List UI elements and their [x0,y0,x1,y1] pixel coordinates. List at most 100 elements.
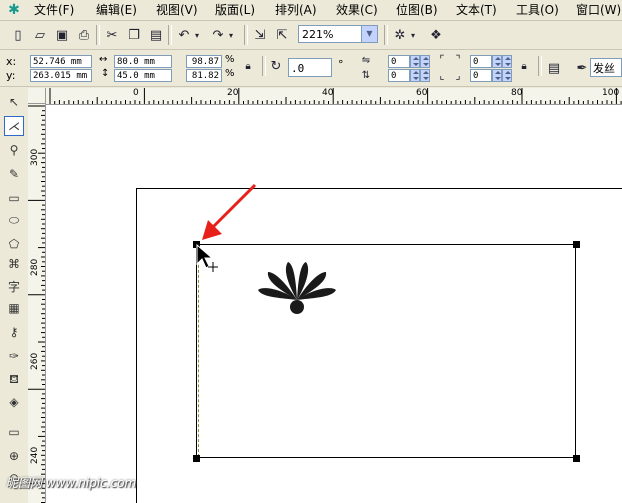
new-icon[interactable]: ▯ [8,25,28,45]
menu-window[interactable]: 窗口(W) [576,3,621,17]
corner-bottom-left-spinner2-icon[interactable] [420,69,430,82]
corner-bottom-right-field[interactable]: 0 [470,69,492,82]
spiral-tool-icon[interactable]: ⌘ [4,254,24,274]
pick-tool-icon[interactable]: ↖ [4,92,24,112]
h-tick-label: 80 [511,88,523,98]
zoom-level-select[interactable]: 221% ▼ [298,25,378,43]
h-tick-label: 60 [416,88,428,98]
rotate-icon: ↻ [270,58,282,74]
text-tool-icon[interactable]: 字 [4,276,24,296]
property-bar: x: y: 52.746 mm 263.015 mm ↔ ↕ 80.0 mm 4… [0,50,622,87]
y-label: y: [6,69,16,82]
corel-online-icon[interactable]: ❖ [426,25,446,45]
x-label: x: [6,55,17,68]
horizontal-ruler[interactable]: 0 20 40 60 80 100 [46,88,622,105]
degree-label: ° [338,58,344,71]
menu-edit[interactable]: 编辑(E) [96,3,137,17]
corner-lock-icon[interactable]: 🔒︎ [516,58,532,74]
zoom-tool-icon[interactable]: ⚲ [4,140,24,160]
corner-top-left-spinner-icon[interactable] [410,55,420,68]
toolbox: ↖ ⋌ ⚲ ✎ ▭ ⬭ ⬠ ⌘ 字 ▦ ⚷ ✑ ⛾ ◈ ▭ ⊕ ⊖ [0,88,29,503]
paste-icon[interactable]: ▤ [146,25,166,45]
v-tick-label: 240 [30,446,40,464]
interactive-fill-tool-icon[interactable]: ◈ [4,392,24,412]
red-arrow-annotation-icon [202,183,257,240]
y-position-field[interactable]: 263.015 mm [30,69,92,82]
scale-y-percent: % [225,68,235,79]
corner-top-left-spinner2-icon[interactable] [420,55,430,68]
print-icon[interactable]: ⎙ [74,25,94,45]
corner-top-right-spinner-icon[interactable] [492,55,502,68]
mirror-vertical-icon[interactable]: ⇅ [358,68,374,82]
cut-icon[interactable]: ✂ [102,25,122,45]
eyedropper-tool-icon[interactable]: ⚷ [4,322,24,342]
corner-node-bottom-left[interactable] [193,455,200,462]
menu-text[interactable]: 文本(T) [456,3,497,17]
corner-top-left-field[interactable]: 0 [388,55,410,68]
corner-bottom-left-spinner-icon[interactable] [410,69,420,82]
fill-tool-icon[interactable]: ⛾ [4,370,24,390]
rotation-field[interactable]: .0 [288,58,332,77]
outline-tool-icon[interactable]: ✑ [4,346,24,366]
chevron-down-icon[interactable]: ▼ [361,26,377,42]
height-icon: ↕ [101,68,110,79]
save-icon[interactable]: ▣ [52,25,72,45]
scale-x-field[interactable]: 98.87 [186,55,222,68]
shape-tool-icon[interactable]: ⋌ [4,116,24,136]
corner-node-top-right[interactable] [573,241,580,248]
rectangle-tool-icon[interactable]: ▭ [4,188,24,208]
corner-bottom-right-spinner-icon[interactable] [492,69,502,82]
v-tick-label: 280 [30,258,40,276]
menu-arrange[interactable]: 排列(A) [275,3,317,17]
menu-layout[interactable]: 版面(L) [215,3,255,17]
corner-bottom-right-spinner2-icon[interactable] [502,69,512,82]
monitor-icon[interactable]: ▭ [4,422,24,442]
corner-bracket-bl-icon: ⌞ [439,68,445,82]
menu-file[interactable]: 文件(F) [34,3,74,17]
corner-bracket-tl-icon: ⌜ [439,52,445,66]
undo-dropdown-icon[interactable]: ▾ [192,25,202,45]
menu-tools[interactable]: 工具(O) [516,3,559,17]
interactive-blend-tool-icon[interactable]: ▦ [4,298,24,318]
export-icon[interactable]: ⇱ [272,25,292,45]
width-field[interactable]: 80.0 mm [114,55,172,68]
lock-ratio-icon[interactable]: 🔒︎ [240,58,256,74]
corner-node-bottom-right[interactable] [573,455,580,462]
copy-icon[interactable]: ❐ [124,25,144,45]
height-field[interactable]: 45.0 mm [114,69,172,82]
selected-rectangle[interactable] [196,244,576,458]
redo-icon[interactable]: ↷ [208,25,228,45]
ellipse-tool-icon[interactable]: ⬭ [4,210,24,230]
import-icon[interactable]: ⇲ [250,25,270,45]
undo-icon[interactable]: ↶ [174,25,194,45]
corner-top-right-spinner2-icon[interactable] [502,55,512,68]
open-icon[interactable]: ▱ [30,25,50,45]
corner-bracket-tr-icon: ⌝ [455,52,461,66]
zoom-level-value: 221% [302,28,334,41]
x-position-field[interactable]: 52.746 mm [30,55,92,68]
wrap-text-icon[interactable]: ▤ [544,58,564,78]
menu-effects[interactable]: 效果(C) [336,3,378,17]
outline-width-select[interactable]: 发丝 [590,58,622,77]
menu-bar: ✱ 文件(F) 编辑(E) 视图(V) 版面(L) 排列(A) 效果(C) 位图… [0,0,622,21]
fan-ornament-icon[interactable] [254,258,344,318]
mouse-cursor-icon [196,244,218,272]
menu-bitmaps[interactable]: 位图(B) [396,3,438,17]
corner-top-right-field[interactable]: 0 [470,55,492,68]
polygon-tool-icon[interactable]: ⬠ [4,234,24,254]
vertical-ruler[interactable]: 300 280 260 240 [28,104,46,503]
corner-bottom-left-field[interactable]: 0 [388,69,410,82]
redo-dropdown-icon[interactable]: ▾ [226,25,236,45]
h-tick-label: 20 [227,88,239,98]
zoom-in-icon[interactable]: ⊕ [4,446,24,466]
application-launcher-icon[interactable]: ✲ [390,25,410,45]
menu-view[interactable]: 视图(V) [156,3,198,17]
v-tick-label: 300 [30,148,40,166]
scale-y-field[interactable]: 81.82 [186,69,222,82]
launcher-dropdown-icon[interactable]: ▾ [408,25,418,45]
mirror-horizontal-icon[interactable]: ⇋ [358,53,374,67]
scale-x-percent: % [225,54,235,65]
corner-bracket-br-icon: ⌟ [455,68,461,82]
freehand-tool-icon[interactable]: ✎ [4,164,24,184]
ruler-origin-icon[interactable] [28,88,46,104]
